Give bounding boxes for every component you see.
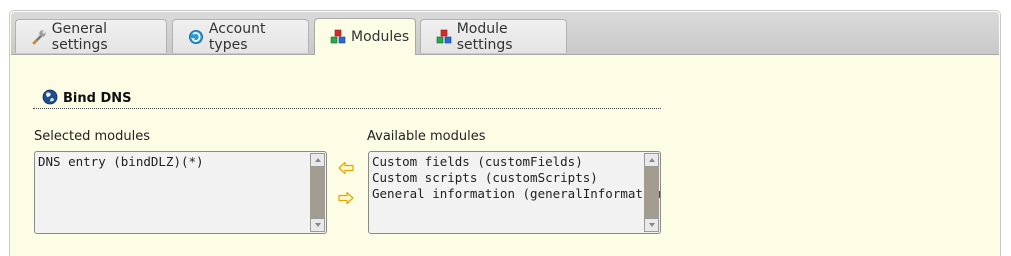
chevron-up-icon [314,158,321,162]
tab-modules[interactable]: Modules [314,18,416,55]
scrollbar[interactable] [644,153,659,232]
tab-label: Module settings [456,20,513,53]
list-item[interactable]: Custom scripts (customScripts) [372,170,642,186]
scrollbar[interactable] [310,153,325,232]
tab-label: Account types [208,20,266,53]
tab-general-settings[interactable]: General settings [15,19,167,53]
available-modules-list[interactable]: Custom fields (customFields) Custom scrip… [368,151,661,234]
move-left-button[interactable] [338,161,354,175]
tab-label: General settings [51,20,108,53]
tab-bar: General settings Account types Modules M… [11,12,999,55]
list-item[interactable]: DNS entry (bindDLZ)(*) [38,154,308,170]
selected-modules-list[interactable]: DNS entry (bindDLZ)(*) [34,151,327,234]
list-item[interactable]: Custom fields (customFields) [372,154,642,170]
scroll-up-button[interactable] [644,153,659,167]
modules-icon [435,29,453,45]
move-right-button[interactable] [338,191,354,205]
chevron-down-icon [314,223,321,227]
arrow-right-icon [338,191,354,205]
chevron-up-icon [648,158,655,162]
chevron-down-icon [648,223,655,227]
modules-icon [329,29,347,45]
gear-icon [187,29,205,45]
available-modules-label: Available modules [367,129,486,144]
tab-account-types[interactable]: Account types [172,19,309,53]
scroll-down-button[interactable] [644,218,659,232]
arrow-left-icon [338,161,354,175]
tab-label: Modules [351,29,410,45]
globe-icon [42,89,58,105]
section-title: Bind DNS [63,91,132,106]
section-header: Bind DNS [33,80,661,109]
wrench-icon [30,29,48,45]
selected-modules-label: Selected modules [34,129,150,144]
scroll-up-button[interactable] [310,153,325,167]
scroll-down-button[interactable] [310,218,325,232]
list-item[interactable]: General information (generalInformation) [372,186,660,202]
tab-module-settings[interactable]: Module settings [420,19,567,53]
